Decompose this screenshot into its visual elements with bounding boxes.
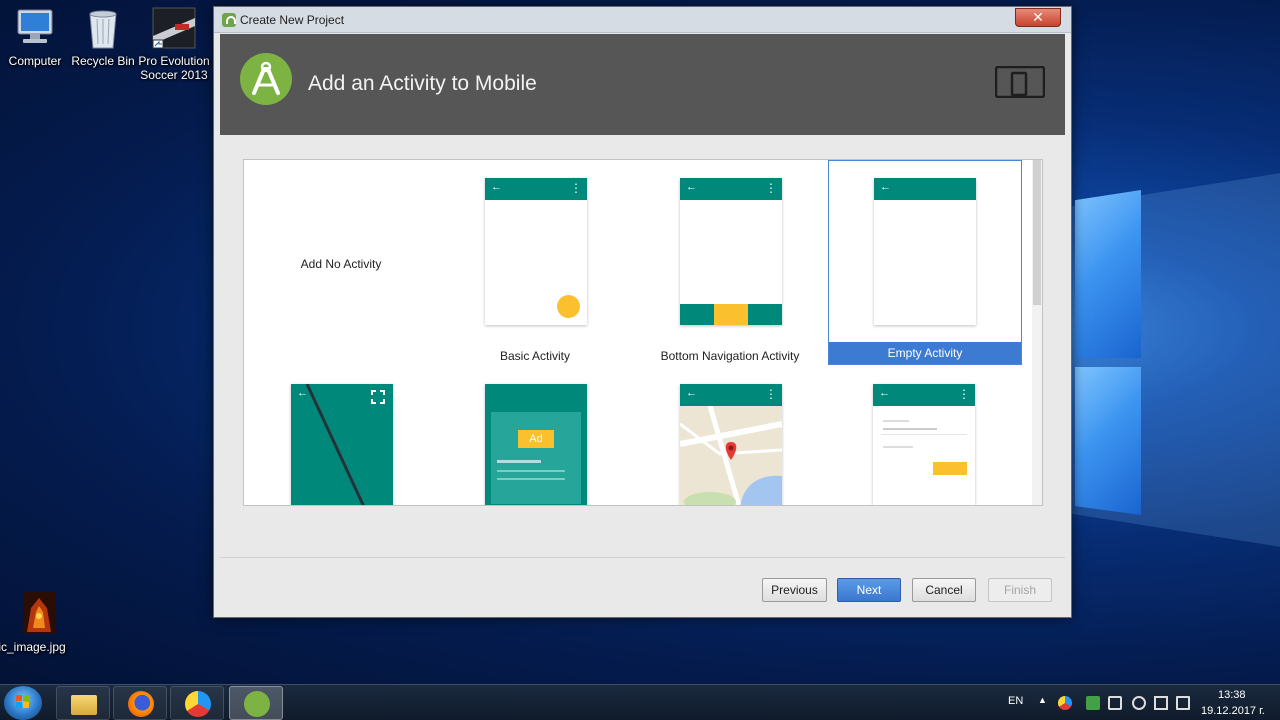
taskbar-explorer[interactable] [56,686,110,720]
activity-label: Empty Activity [829,342,1021,364]
activity-preview: ← ⋮ [680,178,782,325]
show-hidden-icons-icon[interactable]: ▲ [1038,695,1047,705]
battery-icon[interactable] [1176,696,1190,710]
activity-preview: ← ⋮ [485,178,587,325]
dialog-title: Create New Project [240,13,345,27]
desktop-icon-label: Recycle Bin [71,54,135,68]
scrollbar-thumb[interactable] [1033,160,1041,305]
activity-label: Basic Activity [499,349,571,363]
firefox-icon [128,691,154,717]
activity-label: Bottom Navigation Activity [660,349,800,363]
fab-icon [557,295,580,318]
activity-preview: ← [291,384,393,505]
app-bar: ← ⋮ [680,384,782,406]
browser-icon [185,691,211,717]
overflow-menu-icon: ⋮ [958,387,970,401]
computer-icon [12,6,58,50]
activity-preview: ← [874,178,976,325]
app-bar: ← [874,178,976,200]
taskbar: EN ▲ 13:38 19.12.2017 г. [0,684,1280,720]
image-file-icon [9,592,55,636]
activity-preview: ← ⋮ [873,384,975,505]
page-title: Add an Activity to Mobile [308,72,537,95]
finish-button: Finish [988,578,1052,602]
activity-tile-empty[interactable]: ← Empty Activity [828,160,1022,365]
game-shortcut-icon [151,6,197,50]
back-arrow-icon: ← [880,181,891,193]
taskbar-firefox[interactable] [113,686,167,720]
windows-flag-icon [16,695,29,708]
android-studio-icon [244,691,270,717]
back-arrow-icon: ← [491,181,502,193]
overflow-menu-icon: ⋮ [765,387,777,401]
back-arrow-icon: ← [297,387,308,399]
overflow-menu-icon: ⋮ [765,181,777,195]
volume-icon[interactable] [1132,696,1146,710]
start-button[interactable] [4,686,42,720]
activity-tile-login[interactable]: ← ⋮ [828,384,1022,505]
activity-preview: Ad [485,384,587,505]
dialog-header: Add an Activity to Mobile [220,34,1065,135]
activity-tile-bottom-navigation[interactable]: ← ⋮ Bottom Navigation Activity [633,160,827,365]
network-icon[interactable] [1154,696,1168,710]
folder-icon [71,695,97,715]
recycle-bin-icon [80,6,126,50]
ad-badge: Ad [518,430,554,448]
previous-button[interactable]: Previous [762,578,827,602]
android-studio-icon [222,13,236,27]
language-indicator[interactable]: EN [1008,695,1023,707]
activity-tile-admob[interactable]: Ad [438,384,632,505]
android-studio-logo-icon [240,53,292,105]
activity-gallery: Add No Activity ← ⋮ Basic Activity ← ⋮ B… [243,159,1043,506]
taskbar-android-studio[interactable] [229,686,283,720]
back-arrow-icon: ← [879,387,890,399]
clock-time[interactable]: 13:38 [1218,689,1246,701]
app-bar: ← ⋮ [485,178,587,200]
activity-label: Add No Activity [300,257,382,271]
gallery-scrollbar[interactable] [1032,160,1042,505]
desktop-icon-label: Computer [8,54,62,68]
app-bar: ← ⋮ [680,178,782,200]
sync-tray-icon[interactable] [1086,696,1100,710]
desktop-icon-ic-image[interactable]: ic_image.jpg [0,592,68,654]
phone-tablet-icon [994,65,1046,99]
bottom-navigation-bar [680,304,782,325]
next-button[interactable]: Next [837,578,901,602]
desktop-icon-pes-2013[interactable]: Pro Evolution Soccer 2013 [138,6,210,82]
activity-tile-maps[interactable]: ← ⋮ [633,384,827,505]
sign-in-button-preview [933,462,967,475]
close-button[interactable]: ✕ [1015,8,1061,27]
fullscreen-icon [371,390,385,404]
back-arrow-icon: ← [686,181,697,193]
overflow-menu-icon: ⋮ [570,181,582,195]
footer-divider [220,557,1065,558]
app-bar: ← ⋮ [873,384,975,406]
chrome-tray-icon[interactable] [1058,696,1072,710]
create-new-project-dialog: Create New Project ✕ Add an Activity to … [213,6,1072,618]
desktop-icon-label: Pro Evolution Soccer 2013 [138,54,210,82]
taskbar-browser[interactable] [170,686,224,720]
speaker-muted-icon[interactable] [1108,696,1122,710]
back-arrow-icon: ← [686,387,697,399]
desktop-icon-recycle-bin[interactable]: Recycle Bin [68,6,138,68]
desktop-icon-computer[interactable]: Computer [0,6,70,68]
dialog-titlebar[interactable]: Create New Project ✕ [214,7,1071,33]
clock-date[interactable]: 19.12.2017 г. [1201,705,1265,717]
activity-tile-basic[interactable]: ← ⋮ Basic Activity [438,160,632,365]
activity-tile-fullscreen[interactable]: ← [244,384,438,505]
desktop-icon-label: ic_image.jpg [0,640,66,654]
cancel-button[interactable]: Cancel [912,578,976,602]
activity-preview: ← ⋮ [680,384,782,505]
activity-tile-no-activity[interactable]: Add No Activity [244,160,438,365]
